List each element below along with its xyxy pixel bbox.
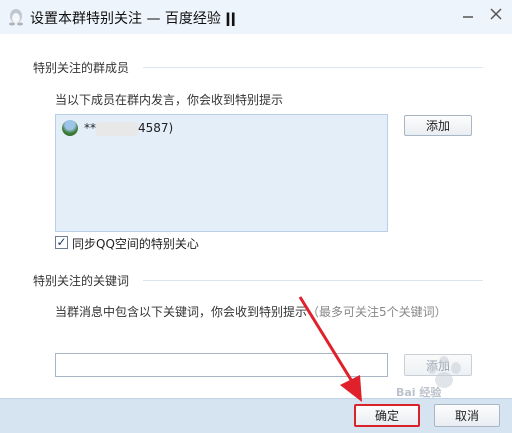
members-hint: 当以下成员在群内发言，你会收到特别提示 (55, 93, 284, 107)
keywords-hint: 当群消息中包含以下关键词，你会收到特别提示（最多可关注5个关键词） (55, 303, 447, 320)
ok-button[interactable]: 确定 (354, 404, 420, 427)
keyword-input[interactable] (55, 353, 388, 377)
close-button[interactable] (486, 6, 506, 26)
qq-penguin-icon (9, 9, 23, 26)
watermark-text: Bai 经验 (396, 386, 442, 399)
window-title-text: 设置本群特别关注 — 百度经验 (30, 11, 221, 27)
keywords-section-title: 特别关注的关键词 (33, 274, 130, 288)
sync-qzone-label: 同步QQ空间的特别关心 (72, 237, 199, 251)
keywords-divider (143, 280, 483, 281)
redacted-blur (96, 121, 138, 136)
close-icon (490, 8, 502, 20)
members-divider (143, 67, 483, 68)
minimize-button[interactable] (458, 6, 478, 26)
cancel-button[interactable]: 取消 (434, 404, 500, 427)
member-name-suffix: 4587) (138, 121, 174, 135)
sync-qzone-checkbox[interactable]: ✓ (55, 236, 68, 249)
keywords-hint-main: 当群消息中包含以下关键词，你会收到特别提示 (55, 305, 308, 319)
members-section-title: 特别关注的群成员 (33, 61, 130, 75)
member-name-prefix: ** (84, 121, 96, 135)
window-title-suffix: ǀǀ (225, 11, 236, 27)
member-list[interactable]: ** 4587) (55, 114, 388, 232)
avatar (62, 120, 78, 136)
title-bar: 设置本群特别关注 — 百度经验 ǀǀ (0, 0, 512, 34)
window-title: 设置本群特别关注 — 百度经验 ǀǀ (30, 8, 236, 28)
add-member-button[interactable]: 添加 (404, 115, 472, 136)
member-name: ** 4587) (84, 121, 173, 136)
minimize-icon (463, 16, 473, 18)
keywords-hint-note: （最多可关注5个关键词） (307, 305, 447, 319)
